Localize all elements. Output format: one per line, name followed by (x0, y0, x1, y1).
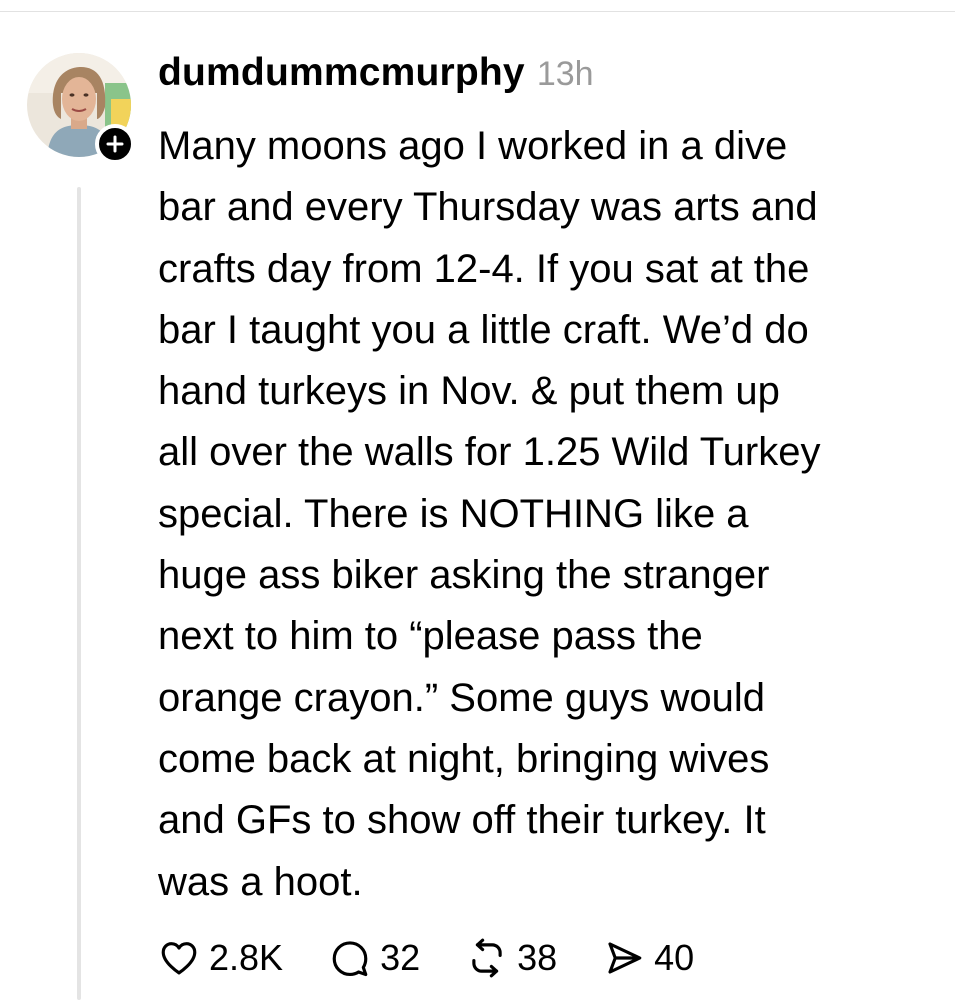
action-bar: 2.8K 32 38 40 (158, 930, 694, 986)
heart-icon (161, 942, 197, 975)
repost-icon (472, 938, 502, 978)
post-text-line: bar and every Thursday was arts and (158, 185, 818, 230)
reply-count: 32 (380, 937, 421, 978)
post-text-line: special. There is NOTHING like a (158, 491, 749, 536)
like-count: 2.8K (209, 937, 284, 978)
post-text-line: come back at night, bringing wives (158, 736, 770, 781)
comment-icon (332, 941, 368, 977)
post-text-line: was a hoot. (158, 859, 363, 904)
post-text-line: Many moons ago I worked in a dive (158, 124, 788, 168)
repost-button[interactable]: 38 (466, 937, 557, 979)
reply-button[interactable]: 32 (329, 937, 420, 979)
share-button[interactable]: 40 (603, 937, 694, 979)
post-text-line: next to him to “please pass the (158, 614, 703, 659)
follow-button[interactable] (95, 124, 135, 164)
post-text-line: huge ass biker asking the stranger (158, 553, 770, 598)
post-text-line: hand turkeys in Nov. & put them up (158, 369, 780, 414)
post-text-line: all over the walls for 1.25 Wild Turkey (158, 430, 821, 475)
like-button[interactable]: 2.8K (158, 937, 283, 979)
post-header: dumdummcmurphy 13h (158, 51, 594, 103)
post-page: dumdummcmurphy 13h Many moons ago I work… (0, 0, 955, 1000)
top-divider (0, 11, 955, 12)
send-icon (608, 942, 642, 974)
share-count: 40 (654, 937, 695, 978)
plus-icon (106, 135, 124, 153)
username[interactable]: dumdummcmurphy (158, 51, 525, 95)
post-text-line: and GFs to show off their turkey. It (158, 798, 766, 843)
timestamp: 13h (536, 55, 594, 93)
thread-line (77, 187, 81, 1000)
repost-count: 38 (517, 937, 558, 978)
post-text-line: crafts day from 12-4. If you sat at the (158, 246, 810, 291)
post-body: Many moons ago I worked in a dive bar an… (158, 116, 938, 913)
post-text-line: bar I taught you a little craft. We’d do (158, 307, 809, 352)
post-text-line: orange crayon.” Some guys would (158, 675, 765, 720)
